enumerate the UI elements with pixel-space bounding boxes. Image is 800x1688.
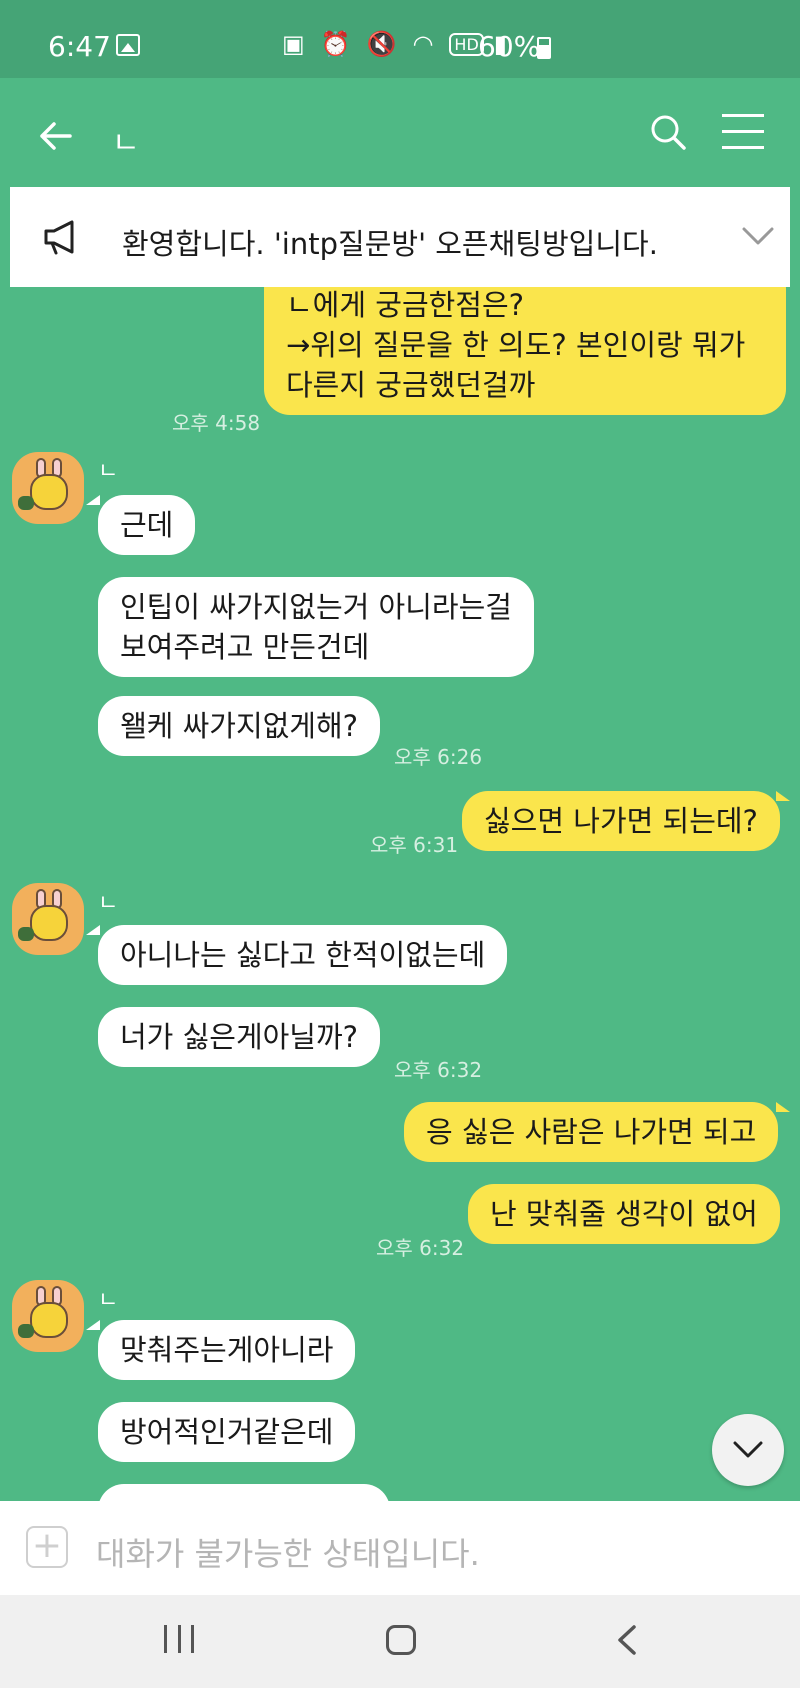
chat-message-list[interactable]: ㄴ에게 궁금한점은? →위의 질문을 한 의도? 본인이랑 뭐가 다른지 궁금했… — [0, 287, 800, 1501]
avatar[interactable] — [12, 883, 84, 955]
message-line: 인팁이 싸가지없는거 아니라는걸 — [120, 590, 512, 624]
bubble-tail — [776, 791, 790, 801]
battery-percent: 60% — [478, 30, 541, 63]
notice-text: 환영합니다. 'intp질문방' 오픈채팅방입니다. — [122, 227, 658, 261]
message-time: 오후 6:32 — [394, 1058, 483, 1082]
chevron-down-icon[interactable] — [740, 221, 776, 251]
message-time: 오후 6:26 — [394, 745, 483, 769]
chat-room-title: ㄴ — [112, 126, 140, 161]
gallery-notification-icon — [116, 34, 140, 56]
message-time: 오후 6:32 — [376, 1236, 465, 1260]
incoming-message: 아니나는 싫다고 한적이없는데 — [98, 925, 508, 985]
megaphone-icon — [44, 220, 74, 255]
alarm-icon: ⏰ — [320, 30, 357, 58]
home-button[interactable] — [386, 1625, 416, 1655]
chevron-down-icon — [733, 1441, 763, 1458]
bubble-tail — [776, 1102, 790, 1112]
incoming-message: 인팁이 싸가지없는거 아니라는걸 보여주려고 만든건데 — [98, 577, 534, 677]
bubble-tail — [86, 495, 100, 505]
message-composer: + 대화가 불가능한 상태입니다. — [0, 1501, 800, 1595]
message-time: 오후 4:58 — [172, 411, 261, 435]
message-time: 오후 6:31 — [370, 833, 459, 857]
bubble-tail — [86, 925, 100, 935]
incoming-message: 왤케 싸가지없게해? — [98, 696, 381, 756]
incoming-message: 너가 싫은게아닐까? — [98, 1007, 381, 1067]
sender-name: ㄴ — [98, 891, 119, 916]
outgoing-message: 난 맞춰줄 생각이 없어 — [468, 1184, 780, 1244]
avatar[interactable] — [12, 1280, 84, 1352]
incoming-message: 근데 — [98, 495, 196, 555]
outgoing-message: ㄴ에게 궁금한점은? →위의 질문을 한 의도? 본인이랑 뭐가 다른지 궁금했… — [264, 287, 786, 415]
back-arrow-icon[interactable] — [36, 116, 76, 156]
menu-icon[interactable] — [722, 114, 764, 150]
status-time: 6:47 — [48, 30, 111, 63]
sender-name: ㄴ — [98, 459, 119, 484]
message-line: 보여주려고 만든건데 — [120, 630, 370, 664]
sender-name: ㄴ — [98, 1288, 119, 1313]
message-line: 다른지 궁금했던걸까 — [286, 368, 536, 402]
notice-banner[interactable]: 환영합니다. 'intp질문방' 오픈채팅방입니다. — [10, 187, 790, 287]
battery-saver-icon: ▣ — [282, 30, 311, 58]
incoming-message: 맞춰주는게아니라 — [98, 1320, 356, 1380]
outgoing-message: 싫으면 나가면 되는데? — [462, 791, 780, 851]
add-attachment-button[interactable]: + — [26, 1526, 68, 1568]
chat-app-bar: ㄴ — [0, 78, 800, 186]
incoming-message-partial — [98, 1484, 390, 1501]
incoming-message: 방어적인거같은데 — [98, 1402, 356, 1462]
back-nav-icon[interactable] — [612, 1623, 642, 1657]
message-line: ㄴ에게 궁금한점은? — [286, 288, 525, 322]
status-bar: 6:47 ▣ ⏰ 🔇 ◠ HD ▮ 60% — [0, 0, 800, 78]
outgoing-message: 응 싫은 사람은 나가면 되고 — [404, 1102, 779, 1162]
search-icon[interactable] — [648, 112, 688, 152]
wifi-icon: ◠ — [412, 30, 440, 58]
recents-button[interactable] — [164, 1625, 194, 1655]
message-line: →위의 질문을 한 의도? 본인이랑 뭐가 — [286, 328, 746, 362]
scroll-to-bottom-button[interactable] — [712, 1414, 784, 1486]
mute-icon: 🔇 — [366, 30, 403, 58]
bubble-tail — [86, 1320, 100, 1330]
system-navigation-bar — [0, 1595, 800, 1688]
composer-status-text: 대화가 불가능한 상태입니다. — [96, 1535, 480, 1573]
avatar[interactable] — [12, 452, 84, 524]
battery-icon — [537, 37, 551, 59]
